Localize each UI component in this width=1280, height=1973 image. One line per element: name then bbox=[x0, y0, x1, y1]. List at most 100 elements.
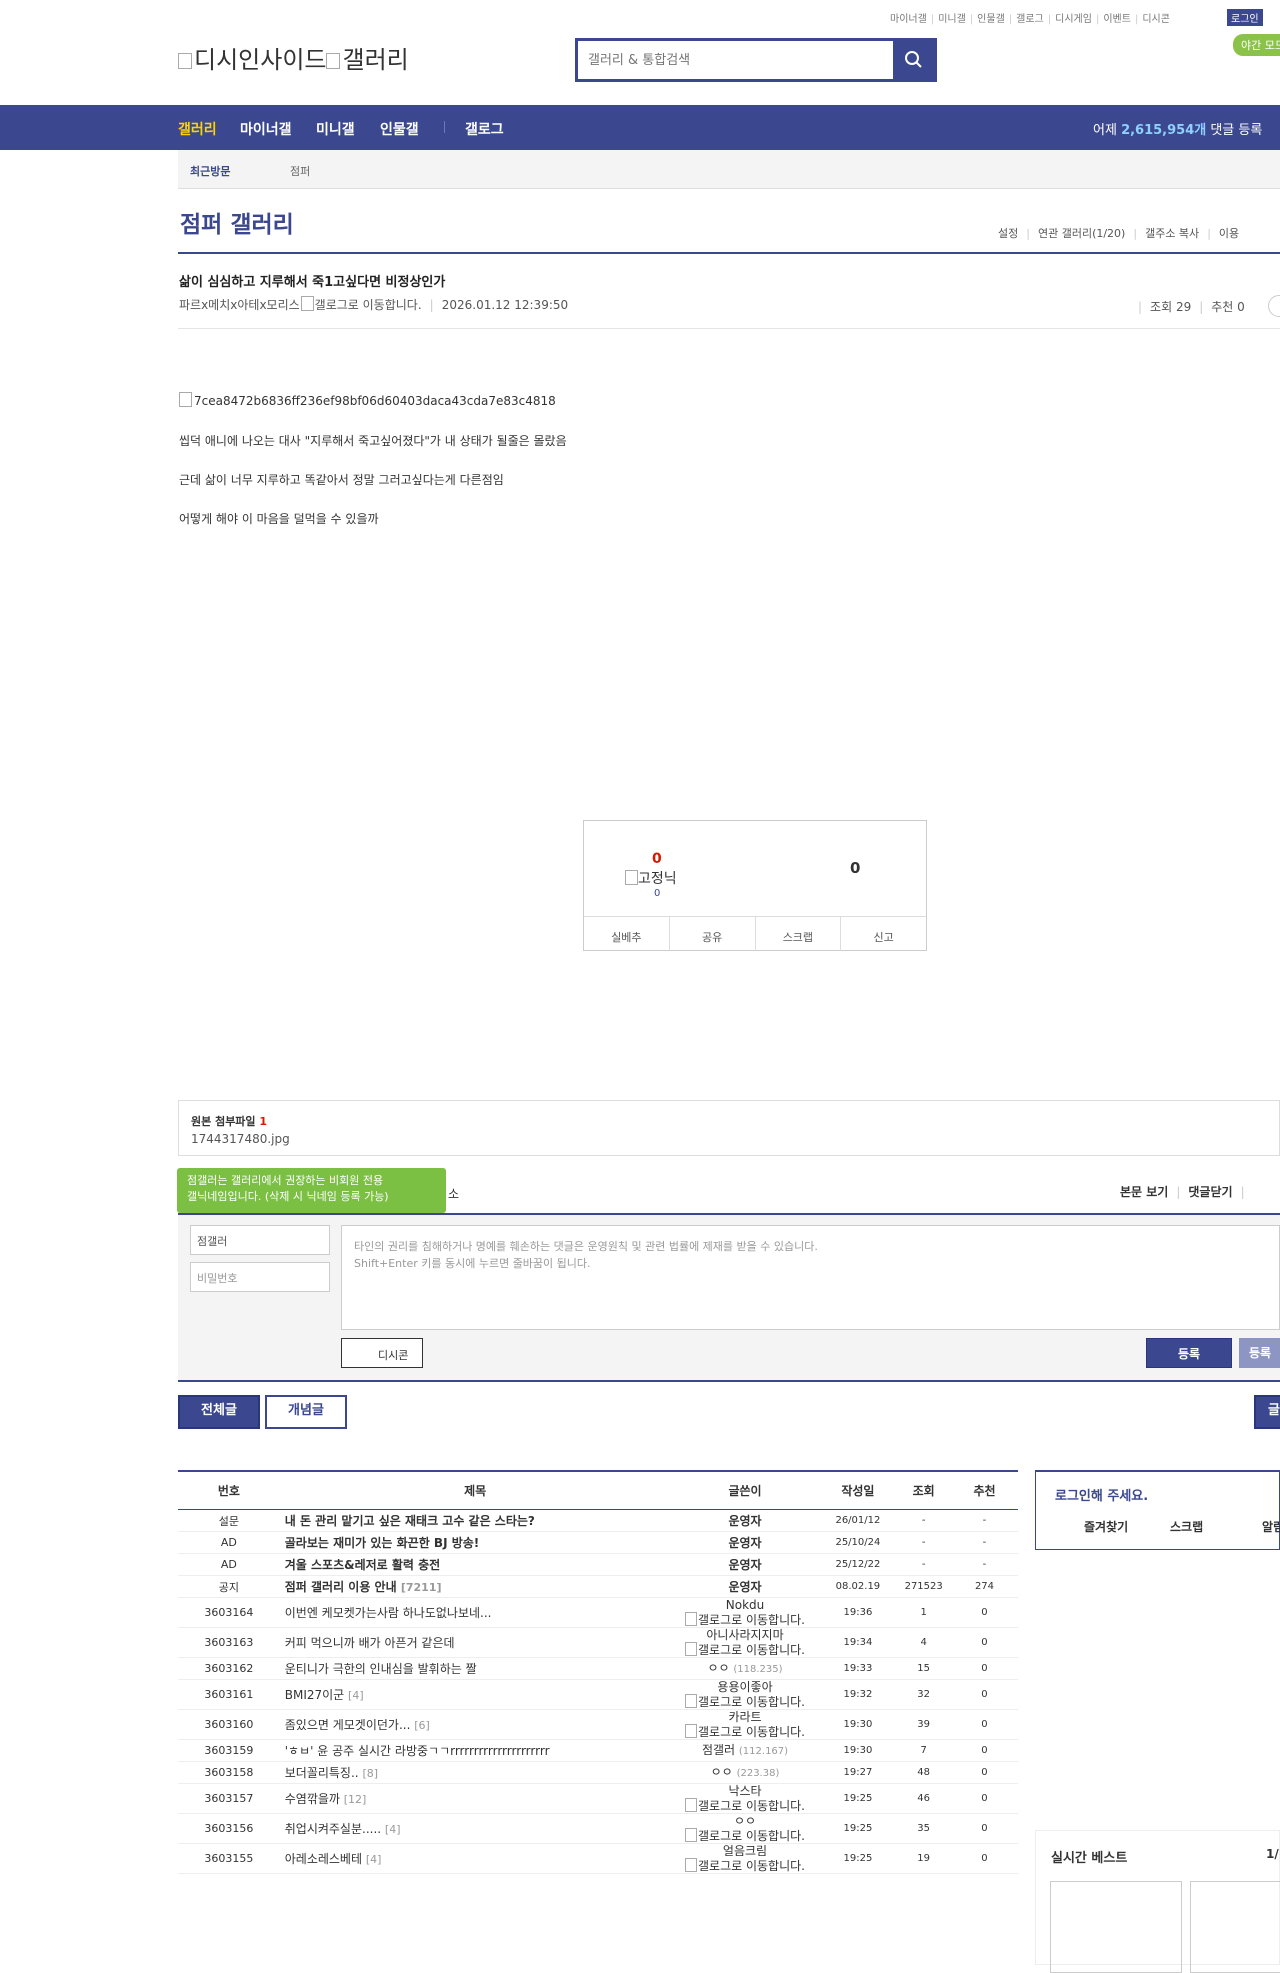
comment-submit-button[interactable]: 등록 bbox=[1146, 1338, 1232, 1368]
table-row[interactable]: 3603155 아레소레스베테 [4] 얼음크림 갤로그로 이동합니다. 19:25 19… bbox=[178, 1843, 1018, 1874]
table-row[interactable]: 3603158 보더꼴리특징.. [8] ㅇㅇ (223.38) 19:27 48 0 bbox=[178, 1761, 1018, 1784]
share-button[interactable]: 공유 bbox=[670, 917, 756, 951]
row-title[interactable]: 커피 먹으니까 배가 아픈거 같은데 bbox=[285, 1636, 455, 1650]
gnb-mini[interactable]: 미니갤 bbox=[316, 119, 355, 139]
row-comment-count[interactable]: [7211] bbox=[401, 1581, 442, 1594]
row-comment-count[interactable]: [6] bbox=[414, 1719, 430, 1732]
tab-all-posts[interactable]: 전체글 bbox=[178, 1395, 260, 1429]
gnb-gallery[interactable]: 갤러리 bbox=[178, 119, 217, 139]
row-writer[interactable]: 운영자 bbox=[670, 1553, 820, 1576]
row-gallog-link[interactable]: 갤로그로 이동합니다. bbox=[671, 1642, 820, 1657]
post-option-circle[interactable] bbox=[1268, 295, 1280, 317]
comment-textarea[interactable]: 타인의 권리를 침해하거나 명예를 훼손하는 댓글은 운영원칙 및 관련 법률에… bbox=[341, 1225, 1280, 1330]
row-gallog-link[interactable]: 갤로그로 이동합니다. bbox=[671, 1828, 820, 1843]
top-link-gallog[interactable]: 갤로그 bbox=[1016, 14, 1044, 25]
row-title[interactable]: 내 돈 관리 맡기고 싶은 재태크 고수 같은 스타는? bbox=[285, 1514, 535, 1528]
row-gallog-link[interactable]: 갤로그로 이동합니다. bbox=[671, 1858, 820, 1873]
nickname-field[interactable]: 점갤러 bbox=[190, 1225, 330, 1255]
night-mode-button[interactable]: 야간 모드 bbox=[1233, 34, 1280, 56]
usage-link[interactable]: 이용 bbox=[1219, 227, 1239, 240]
top-link-minor[interactable]: 마이너갤 bbox=[890, 14, 927, 25]
table-row[interactable]: 3603160 좀있으면 게모겟이던가... [6] 카라트 갤로그로 이동합니다. 1… bbox=[178, 1709, 1018, 1740]
row-writer[interactable]: 카라트 bbox=[671, 1710, 820, 1724]
site-logo[interactable]: 디시인사이드 갤러리 bbox=[178, 40, 409, 75]
row-writer[interactable]: 용용이좋아 bbox=[671, 1680, 820, 1694]
recent-visit-gallery[interactable]: 점퍼 bbox=[290, 163, 310, 179]
row-writer[interactable]: 운영자 bbox=[670, 1531, 820, 1554]
table-row[interactable]: 3603163 커피 먹으니까 배가 아픈거 같은데 아니사라지지마 갤로그로 이동… bbox=[178, 1627, 1018, 1658]
gnb-person[interactable]: 인물갤 bbox=[380, 119, 419, 139]
row-writer[interactable]: ㅇㅇ bbox=[707, 1661, 729, 1675]
row-title[interactable]: 점퍼 갤러리 이용 안내 bbox=[285, 1580, 397, 1594]
row-writer[interactable]: 아니사라지지마 bbox=[671, 1628, 820, 1642]
row-title[interactable]: 겨울 스포츠&레저로 활력 충전 bbox=[285, 1558, 440, 1572]
recent-visit-label[interactable]: 최근방문 bbox=[190, 163, 230, 179]
view-body-link[interactable]: 본문 보기 bbox=[1120, 1185, 1168, 1199]
table-row[interactable]: 3603159 'ㅎㅂ' 윤 공주 실시간 라방중ㄱㄱrrrrrrrrrrrrrr… bbox=[178, 1739, 1018, 1762]
gnb-minor[interactable]: 마이너갤 bbox=[240, 119, 292, 139]
top-link-game[interactable]: 디시게임 bbox=[1055, 14, 1092, 25]
row-comment-count[interactable]: [8] bbox=[362, 1767, 378, 1780]
gallery-title[interactable]: 점퍼 갤러리 bbox=[180, 205, 294, 239]
dccon-button[interactable]: 디시콘 bbox=[341, 1338, 423, 1368]
row-writer[interactable]: Nokdu bbox=[671, 1598, 820, 1612]
top-link-dccon[interactable]: 디시콘 bbox=[1142, 14, 1170, 25]
login-prompt[interactable]: 로그인해 주세요. bbox=[1055, 1485, 1148, 1504]
related-gallery-link[interactable]: 연관 갤러리(1/20) bbox=[1038, 227, 1125, 240]
real-best-button[interactable]: 실베추 bbox=[584, 917, 670, 951]
table-row[interactable]: 3603162 운티니가 극한의 인내심을 발휘하는 짤 ㅇㅇ (118.235)… bbox=[178, 1657, 1018, 1680]
row-comment-count[interactable]: [4] bbox=[348, 1689, 364, 1702]
row-comment-count[interactable]: [4] bbox=[366, 1853, 382, 1866]
row-title[interactable]: 취업시켜주실분..... bbox=[285, 1822, 381, 1836]
comment-submit-recommend-button[interactable]: 등록 bbox=[1239, 1338, 1280, 1368]
row-writer[interactable]: ㅇㅇ bbox=[671, 1814, 820, 1828]
top-link-person[interactable]: 인물갤 bbox=[977, 14, 1005, 25]
table-row[interactable]: 3603156 취업시켜주실분..... [4] ㅇㅇ 갤로그로 이동합니다. 19:2… bbox=[178, 1813, 1018, 1844]
row-writer[interactable]: 점갤러 bbox=[702, 1743, 735, 1757]
notification-link[interactable]: 알림 bbox=[1262, 1518, 1280, 1535]
gallog-icon[interactable] bbox=[300, 296, 314, 311]
row-writer[interactable]: 운영자 bbox=[670, 1575, 820, 1598]
write-button[interactable]: 글 bbox=[1254, 1395, 1280, 1429]
gallery-settings-link[interactable]: 설정 bbox=[998, 227, 1018, 240]
row-gallog-link[interactable]: 갤로그로 이동합니다. bbox=[671, 1798, 820, 1813]
top-link-event[interactable]: 이벤트 bbox=[1103, 14, 1131, 25]
row-title[interactable]: 수염깎을까 bbox=[285, 1792, 340, 1806]
row-writer[interactable]: ㅇㅇ bbox=[711, 1765, 733, 1779]
scrap-button[interactable]: 스크랩 bbox=[756, 917, 842, 951]
row-comment-count[interactable]: [12] bbox=[344, 1793, 367, 1806]
row-title[interactable]: 이번엔 케모켓가는사람 하나도없나보네... bbox=[285, 1606, 492, 1620]
close-comments-link[interactable]: 댓글닫기 bbox=[1188, 1185, 1232, 1199]
copy-address-link[interactable]: 갤주소 복사 bbox=[1145, 227, 1199, 240]
row-title[interactable]: 아레소레스베테 bbox=[285, 1852, 362, 1866]
recommend-up-button[interactable]: 고정닉 bbox=[625, 868, 677, 888]
scrap-link[interactable]: 스크랩 bbox=[1170, 1518, 1203, 1535]
row-writer[interactable]: 운영자 bbox=[670, 1509, 820, 1532]
login-button[interactable]: 로그인 bbox=[1227, 9, 1263, 26]
gnb-gallog[interactable]: 갤로그 bbox=[465, 119, 504, 139]
post-writer[interactable]: 파르x메치x아테x모리스 bbox=[179, 298, 300, 312]
table-row[interactable]: 3603161 BMI27이군 [4] 용용이좋아 갤로그로 이동합니다. 19:32 3… bbox=[178, 1679, 1018, 1710]
row-title[interactable]: BMI27이군 bbox=[285, 1688, 344, 1702]
report-button[interactable]: 신고 bbox=[841, 917, 926, 951]
attachment-file[interactable]: 1744317480.jpg bbox=[191, 1132, 290, 1146]
password-field[interactable]: 비밀번호 bbox=[190, 1262, 330, 1292]
table-row[interactable]: 3603157 수염깎을까 [12] 낙스타 갤로그로 이동합니다. 19:25 46 0 bbox=[178, 1783, 1018, 1814]
favorites-link[interactable]: 즐겨찾기 bbox=[1084, 1518, 1128, 1535]
tab-concept-posts[interactable]: 개념글 bbox=[265, 1395, 347, 1429]
row-gallog-link[interactable]: 갤로그로 이동합니다. bbox=[671, 1724, 820, 1739]
row-title[interactable]: 골라보는 재미가 있는 화끈한 BJ 방송! bbox=[285, 1536, 480, 1550]
top-link-mini[interactable]: 미니갤 bbox=[938, 14, 966, 25]
search-button[interactable] bbox=[893, 41, 934, 79]
row-comment-count[interactable]: [4] bbox=[385, 1823, 401, 1836]
row-gallog-link[interactable]: 갤로그로 이동합니다. bbox=[671, 1694, 820, 1709]
row-writer[interactable]: 낙스타 bbox=[671, 1784, 820, 1798]
row-title[interactable]: 좀있으면 게모겟이던가... bbox=[285, 1718, 411, 1732]
row-title[interactable]: 'ㅎㅂ' 윤 공주 실시간 라방중ㄱㄱrrrrrrrrrrrrrrrrrrrrr bbox=[285, 1744, 550, 1758]
table-row[interactable]: 3603164 이번엔 케모켓가는사람 하나도없나보네... Nokdu 갤로그로 … bbox=[178, 1597, 1018, 1628]
best-card[interactable] bbox=[1190, 1881, 1280, 1973]
search-input[interactable] bbox=[578, 41, 893, 79]
row-gallog-link[interactable]: 갤로그로 이동합니다. bbox=[671, 1612, 820, 1627]
row-title[interactable]: 보더꼴리특징.. bbox=[285, 1766, 359, 1780]
best-card[interactable] bbox=[1050, 1881, 1182, 1973]
